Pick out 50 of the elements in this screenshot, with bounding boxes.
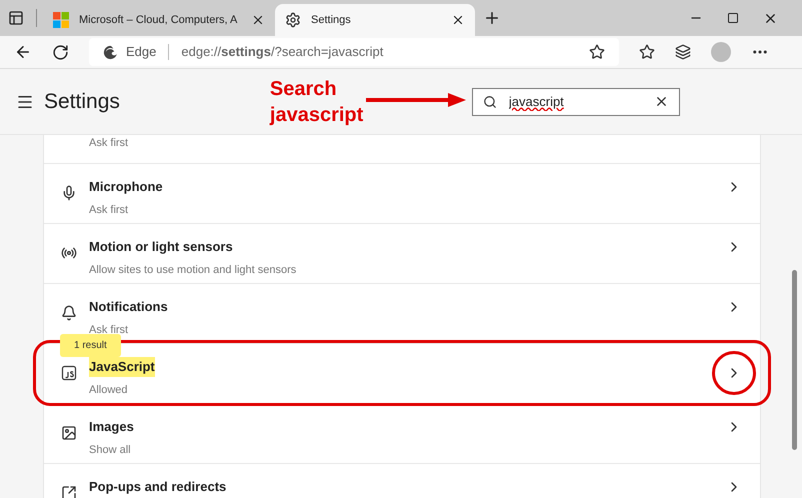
row-title: Pop-ups and redirects bbox=[89, 478, 226, 496]
browser-logo-icon bbox=[103, 44, 118, 60]
result-tooltip: 1 result bbox=[60, 334, 121, 357]
close-icon[interactable] bbox=[251, 13, 265, 27]
page-title: Settings bbox=[44, 88, 120, 115]
row-title: Motion or light sensors bbox=[89, 238, 233, 256]
annotation-label: Search javascript bbox=[270, 76, 364, 128]
script-icon bbox=[61, 365, 77, 381]
tab-title: Microsoft – Cloud, Computers, A bbox=[79, 12, 238, 28]
bell-icon bbox=[61, 305, 77, 321]
row-subtitle: Allow sites to use motion and light sensors bbox=[89, 262, 298, 278]
settings-row[interactable]: Microphone Ask first bbox=[44, 163, 760, 223]
settings-row[interactable]: Motion or light sensors Allow sites to use motion and light sensors bbox=[44, 223, 760, 283]
url-text: edge://settings/?search=javascript bbox=[181, 43, 384, 62]
close-icon[interactable] bbox=[451, 13, 465, 27]
microphone-icon bbox=[61, 185, 77, 201]
row-title: JavaScript bbox=[89, 357, 155, 376]
tab-actions-icon[interactable] bbox=[8, 10, 24, 26]
row-title: Notifications bbox=[89, 298, 168, 316]
browser-tab[interactable]: Microsoft – Cloud, Computers, A bbox=[43, 4, 275, 36]
favorites-icon[interactable] bbox=[639, 44, 655, 60]
gear-icon bbox=[285, 12, 301, 28]
collections-icon[interactable] bbox=[675, 44, 691, 60]
address-bar[interactable]: Edge edge://settings/?search=javascript bbox=[89, 38, 619, 66]
settings-row[interactable]: Pop-ups and redirects bbox=[44, 463, 760, 498]
row-subtitle: Show all bbox=[89, 442, 132, 458]
external-link-icon bbox=[61, 485, 77, 498]
search-icon bbox=[482, 94, 497, 108]
four-squares-logo-icon bbox=[53, 12, 69, 28]
add-favorite-icon[interactable] bbox=[589, 44, 605, 60]
search-input[interactable]: javascript bbox=[508, 92, 642, 112]
row-subtitle: Allowed bbox=[89, 382, 129, 398]
refresh-icon[interactable] bbox=[52, 44, 69, 60]
tab-title: Settings bbox=[311, 12, 352, 28]
row-subtitle: Ask first bbox=[89, 136, 130, 151]
row-subtitle: Ask first bbox=[89, 202, 130, 218]
settings-row[interactable]: 1 result JavaScript Allowed bbox=[36, 343, 768, 403]
back-icon[interactable] bbox=[14, 43, 32, 61]
settings-row[interactable]: Ask first bbox=[44, 135, 760, 163]
maximize-icon[interactable] bbox=[727, 12, 739, 24]
browser-tab[interactable]: Settings bbox=[275, 4, 475, 36]
settings-row[interactable]: Images Show all bbox=[44, 403, 760, 463]
new-tab-icon[interactable] bbox=[483, 9, 501, 27]
row-title: Images bbox=[89, 418, 134, 436]
row-title: Microphone bbox=[89, 178, 163, 196]
image-icon bbox=[61, 425, 77, 441]
sensor-icon bbox=[61, 245, 77, 261]
scrollbar-thumb[interactable] bbox=[792, 270, 797, 450]
site-label: Edge bbox=[126, 43, 156, 62]
search-field[interactable]: javascript bbox=[472, 88, 680, 116]
